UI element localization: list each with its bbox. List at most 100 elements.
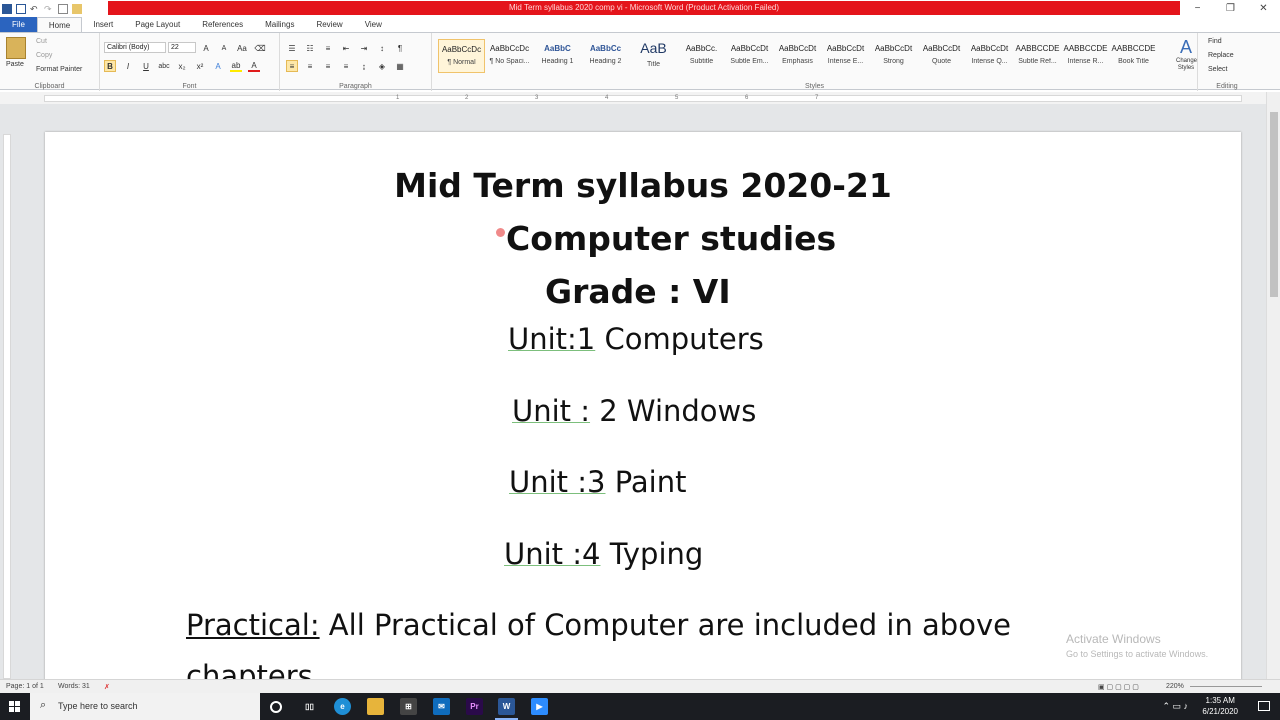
notifications-icon[interactable]	[1258, 701, 1270, 711]
format-painter-button[interactable]: Format Painter	[36, 66, 82, 73]
align-left-icon[interactable]: ≡	[286, 60, 298, 72]
multilevel-list-icon[interactable]: ≡	[322, 42, 334, 54]
file-explorer-icon[interactable]	[367, 698, 384, 715]
practical-line[interactable]: Practical: All Practical of Computer are…	[186, 608, 1011, 642]
tab-home[interactable]: Home	[36, 17, 83, 32]
zoom-slider[interactable]	[1190, 686, 1262, 687]
zoom-level[interactable]: 220%	[1166, 683, 1184, 690]
style-item[interactable]: AABBCCDE Intense R...	[1062, 39, 1109, 73]
vertical-scrollbar[interactable]	[1266, 92, 1280, 679]
minimize-button[interactable]: −	[1181, 0, 1214, 17]
close-button[interactable]: ✕	[1247, 0, 1280, 17]
new-document-icon[interactable]	[58, 3, 68, 14]
align-right-icon[interactable]: ≡	[322, 60, 334, 72]
borders-icon[interactable]: ▦	[394, 60, 406, 72]
grow-font-icon[interactable]: A	[200, 42, 212, 54]
tab-insert[interactable]: Insert	[82, 17, 124, 32]
proofing-icon[interactable]: ✗	[104, 683, 110, 691]
justify-icon[interactable]: ≡	[340, 60, 352, 72]
doc-title[interactable]: Mid Term syllabus 2020-21	[45, 166, 1241, 205]
mail-icon[interactable]: ✉	[433, 698, 450, 715]
clock[interactable]: 1:35 AM 6/21/2020	[1202, 695, 1238, 717]
style-item[interactable]: AaBbCcDt Strong	[870, 39, 917, 73]
cut-button[interactable]: Cut	[36, 38, 47, 45]
style-item[interactable]: AaBbCcDt Intense Q...	[966, 39, 1013, 73]
style-item[interactable]: AaBbCc Heading 2	[582, 39, 629, 73]
task-view-icon[interactable]: ▯▯	[301, 698, 318, 715]
increase-indent-icon[interactable]: ⇥	[358, 42, 370, 54]
align-center-icon[interactable]: ≡	[304, 60, 316, 72]
undo-icon[interactable]: ↶	[30, 4, 40, 14]
word-count[interactable]: Words: 31	[58, 683, 90, 690]
style-item[interactable]: AaBbCcDt Emphasis	[774, 39, 821, 73]
style-item[interactable]: AaBbCcDt Subtle Em...	[726, 39, 773, 73]
maximize-button[interactable]: ❐	[1214, 0, 1247, 17]
style-item[interactable]: AaBbCc. Subtitle	[678, 39, 725, 73]
copy-button[interactable]: Copy	[36, 52, 52, 59]
save-icon[interactable]	[16, 3, 26, 14]
change-case-icon[interactable]: Aa	[236, 42, 248, 54]
doc-subtitle[interactable]: Computer studies	[506, 219, 836, 258]
tab-page-layout[interactable]: Page Layout	[124, 17, 191, 32]
unit-4[interactable]: Unit :4 Typing	[504, 537, 703, 571]
store-icon[interactable]: ⊞	[400, 698, 417, 715]
tab-references[interactable]: References	[191, 17, 254, 32]
edge-icon[interactable]: e	[334, 698, 351, 715]
superscript-icon[interactable]: x²	[194, 60, 206, 72]
system-tray-icons[interactable]: ⌃ ▭ ♪	[1162, 701, 1188, 712]
page-count[interactable]: Page: 1 of 1	[6, 683, 44, 690]
tab-file[interactable]: File	[0, 17, 37, 32]
horizontal-ruler[interactable]: 1 2 3 4 5 6 7	[0, 92, 1266, 104]
style-item[interactable]: AaBbCcDc ¶ No Spaci...	[486, 39, 533, 73]
unit-1[interactable]: Unit:1 Computers	[508, 322, 764, 356]
practical-continued[interactable]: chapters	[186, 659, 313, 679]
redo-icon[interactable]: ↷	[44, 4, 54, 14]
paste-button[interactable]: Paste	[6, 61, 24, 68]
unit-2[interactable]: Unit : 2 Windows	[512, 394, 756, 428]
replace-button[interactable]: Replace	[1208, 52, 1234, 59]
zoom-app-icon[interactable]: ▶	[531, 698, 548, 715]
font-color-icon[interactable]: A	[248, 60, 260, 72]
select-button[interactable]: Select	[1208, 66, 1227, 73]
style-item[interactable]: AABBCCDE Subtle Ref...	[1014, 39, 1061, 73]
text-effects-icon[interactable]: A	[212, 60, 224, 72]
style-item[interactable]: AaBbC Heading 1	[534, 39, 581, 73]
shrink-font-icon[interactable]: A	[218, 42, 230, 54]
italic-icon[interactable]: I	[122, 60, 134, 72]
change-styles-button[interactable]: A Change Styles	[1176, 37, 1197, 72]
unit-3[interactable]: Unit :3 Paint	[509, 465, 686, 499]
taskbar-search[interactable]: ⌕ Type here to search	[30, 693, 260, 720]
premiere-icon[interactable]: Pr	[466, 698, 483, 715]
numbering-icon[interactable]: ☷	[304, 42, 316, 54]
paste-icon[interactable]	[6, 37, 26, 59]
tab-view[interactable]: View	[354, 17, 393, 32]
show-marks-icon[interactable]: ¶	[394, 42, 406, 54]
bullets-icon[interactable]: ☰	[286, 42, 298, 54]
font-size-select[interactable]: 22	[168, 42, 196, 53]
underline-icon[interactable]: U	[140, 60, 152, 72]
bold-icon[interactable]: B	[104, 60, 116, 72]
subscript-icon[interactable]: x₂	[176, 60, 188, 72]
clear-formatting-icon[interactable]: ⌫	[254, 42, 266, 54]
style-item[interactable]: AaBbCcDt Intense E...	[822, 39, 869, 73]
scrollbar-thumb[interactable]	[1270, 112, 1278, 297]
shading-icon[interactable]: ◈	[376, 60, 388, 72]
vertical-ruler[interactable]	[3, 134, 11, 679]
style-item[interactable]: AaBbCcDc ¶ Normal	[438, 39, 485, 73]
highlight-icon[interactable]: ab	[230, 60, 242, 72]
decrease-indent-icon[interactable]: ⇤	[340, 42, 352, 54]
doc-grade[interactable]: Grade : VI	[545, 272, 731, 311]
style-item[interactable]: AABBCCDE Book Title	[1110, 39, 1157, 73]
tab-mailings[interactable]: Mailings	[254, 17, 305, 32]
open-folder-icon[interactable]	[72, 3, 82, 14]
style-item[interactable]: AaBbCcDt Quote	[918, 39, 965, 73]
style-item[interactable]: AaB Title	[630, 39, 677, 73]
view-buttons[interactable]: ▣ ▢ ▢ ▢ ▢	[1098, 683, 1139, 691]
cortana-icon[interactable]	[270, 701, 282, 713]
strikethrough-icon[interactable]: abc	[158, 60, 170, 72]
sort-icon[interactable]: ↕	[376, 42, 388, 54]
font-name-select[interactable]: Calibri (Body)	[104, 42, 166, 53]
word-taskbar-icon[interactable]: W	[495, 698, 518, 720]
start-button[interactable]	[0, 693, 30, 720]
document-page[interactable]: Mid Term syllabus 2020-21 Computer studi…	[45, 132, 1241, 679]
